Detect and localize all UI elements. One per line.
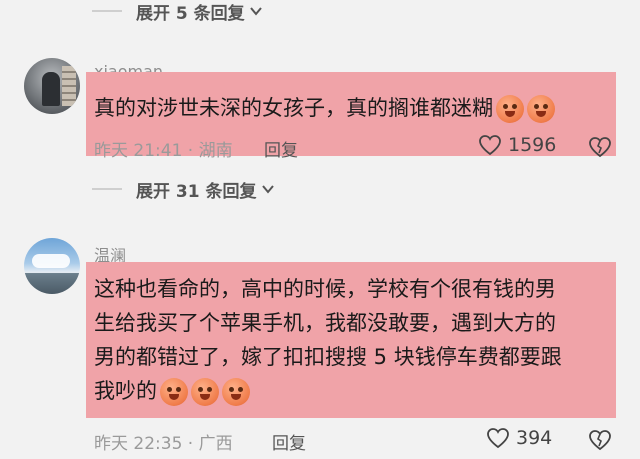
like-count: 1596: [508, 134, 557, 156]
dislike-heart-icon[interactable]: [588, 136, 612, 158]
like-button[interactable]: 1596: [478, 134, 556, 156]
like-button[interactable]: 394: [486, 427, 552, 449]
dislike-heart-icon[interactable]: [588, 429, 612, 451]
like-count: 394: [516, 427, 553, 449]
comment-time: 昨天 22:35: [94, 434, 183, 454]
comment-meta: 昨天 22:35 · 广西: [94, 434, 233, 454]
laughing-emoji: [191, 378, 219, 406]
avatar-bookshelf: [62, 66, 76, 106]
heart-icon: [479, 135, 501, 156]
laughing-emoji: [527, 95, 555, 123]
comment-meta: 昨天 21:41 · 湖南: [94, 141, 233, 161]
avatar[interactable]: [24, 58, 80, 114]
comment-text: 这种也看命的，高中的时候，学校有个很有钱的男 生给我买了个苹果手机，我都没敢要，…: [94, 272, 562, 408]
chevron-down-icon: [261, 185, 274, 194]
avatar[interactable]: [24, 238, 80, 294]
reply-button[interactable]: 回复: [272, 429, 306, 454]
divider-line: [92, 10, 122, 12]
divider-line: [92, 188, 122, 190]
expand-replies-middle[interactable]: 展开 31 条回复: [0, 174, 640, 204]
laughing-emoji: [160, 378, 188, 406]
reply-button[interactable]: 回复: [264, 136, 298, 161]
comment-thread: 展开 5 条回复 xiaoman 真的对涉世未深的女孩子，真的搁谁都迷糊 昨天 …: [0, 0, 640, 459]
expand-replies-label: 展开 5 条回复: [136, 3, 245, 24]
avatar-cloud: [32, 254, 70, 268]
laughing-emoji: [222, 378, 250, 406]
comment-time: 昨天 21:41: [94, 141, 183, 161]
comment-location: 广西: [198, 434, 233, 454]
comment-location: 湖南: [198, 141, 233, 161]
comment-line: 男的都错过了，嫁了扣扣搜搜 5 块钱停车费都要跟: [94, 345, 562, 369]
comment-line: 这种也看命的，高中的时候，学校有个很有钱的男: [94, 277, 556, 301]
expand-replies-label: 展开 31 条回复: [136, 181, 257, 202]
heart-icon: [487, 428, 509, 449]
avatar-figure: [42, 72, 60, 106]
expand-replies-top[interactable]: 展开 5 条回复: [0, 0, 640, 26]
laughing-emoji: [496, 95, 524, 123]
comment-line-last: 我吵的: [94, 374, 562, 408]
comment-line: 生给我买了个苹果手机，我都没敢要，遇到大方的: [94, 311, 556, 335]
comment-text: 真的对涉世未深的女孩子，真的搁谁都迷糊: [94, 91, 555, 125]
chevron-down-icon: [249, 7, 262, 16]
